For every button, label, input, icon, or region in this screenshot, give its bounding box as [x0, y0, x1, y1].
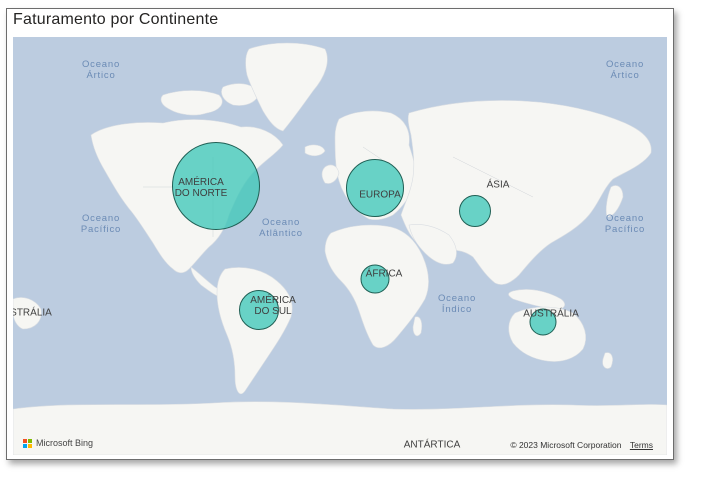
- visual-title: Faturamento por Continente: [13, 11, 219, 28]
- land-uk: [321, 164, 340, 184]
- land-canada-islands: [160, 90, 223, 116]
- land-iceland: [304, 144, 326, 157]
- region-label-south-america: AMÉRICA DO SUL: [250, 295, 296, 317]
- ocean-label-pacific-right: Oceano Pacífico: [604, 213, 646, 235]
- map-canvas[interactable]: Oceano Ártico Oceano Ártico Oceano Pacíf…: [13, 37, 667, 455]
- land-madagascar: [412, 316, 423, 337]
- bubble-asia[interactable]: [459, 195, 491, 227]
- terms-link[interactable]: Terms: [630, 440, 653, 450]
- region-label-europe: EUROPA: [359, 189, 401, 201]
- land-greenland: [245, 42, 328, 132]
- ocean-label-pacific-left: Oceano Pacífico: [80, 213, 122, 235]
- microsoft-logo-icon: [23, 438, 32, 448]
- region-label-australia: AUSTRÁLIA: [523, 308, 579, 320]
- bubble-europe[interactable]: [346, 159, 404, 217]
- ocean-label-arctic-left: Oceano Ártico: [81, 59, 121, 81]
- map-attribution: © 2023 Microsoft Corporation Terms: [510, 440, 653, 450]
- bing-logo-text: Microsoft Bing: [36, 438, 94, 448]
- world-map-land: [13, 42, 667, 455]
- region-label-asia: ÁSIA: [486, 179, 510, 191]
- land-southeast-asia: [508, 289, 565, 310]
- copyright-text: © 2023 Microsoft Corporation: [510, 440, 622, 450]
- bing-logo[interactable]: Microsoft Bing: [23, 438, 93, 448]
- ocean-label-atlantic: Oceano Atlântico: [259, 217, 303, 239]
- land-south-america: [216, 267, 293, 395]
- region-label-antarctica: ANTÁRTICA: [403, 439, 461, 451]
- land-new-zealand: [602, 352, 613, 369]
- map-visual[interactable]: Faturamento por Continente Oceano Ártico…: [6, 8, 674, 460]
- ocean-label-indian: Oceano Índico: [437, 293, 477, 315]
- region-label-north-america: AMÉRICA DO NORTE: [174, 177, 228, 199]
- region-label-africa: ÁFRICA: [365, 268, 403, 280]
- ocean-label-arctic-right: Oceano Ártico: [605, 59, 645, 81]
- region-label-australia-left: STRÁLIA: [13, 307, 52, 319]
